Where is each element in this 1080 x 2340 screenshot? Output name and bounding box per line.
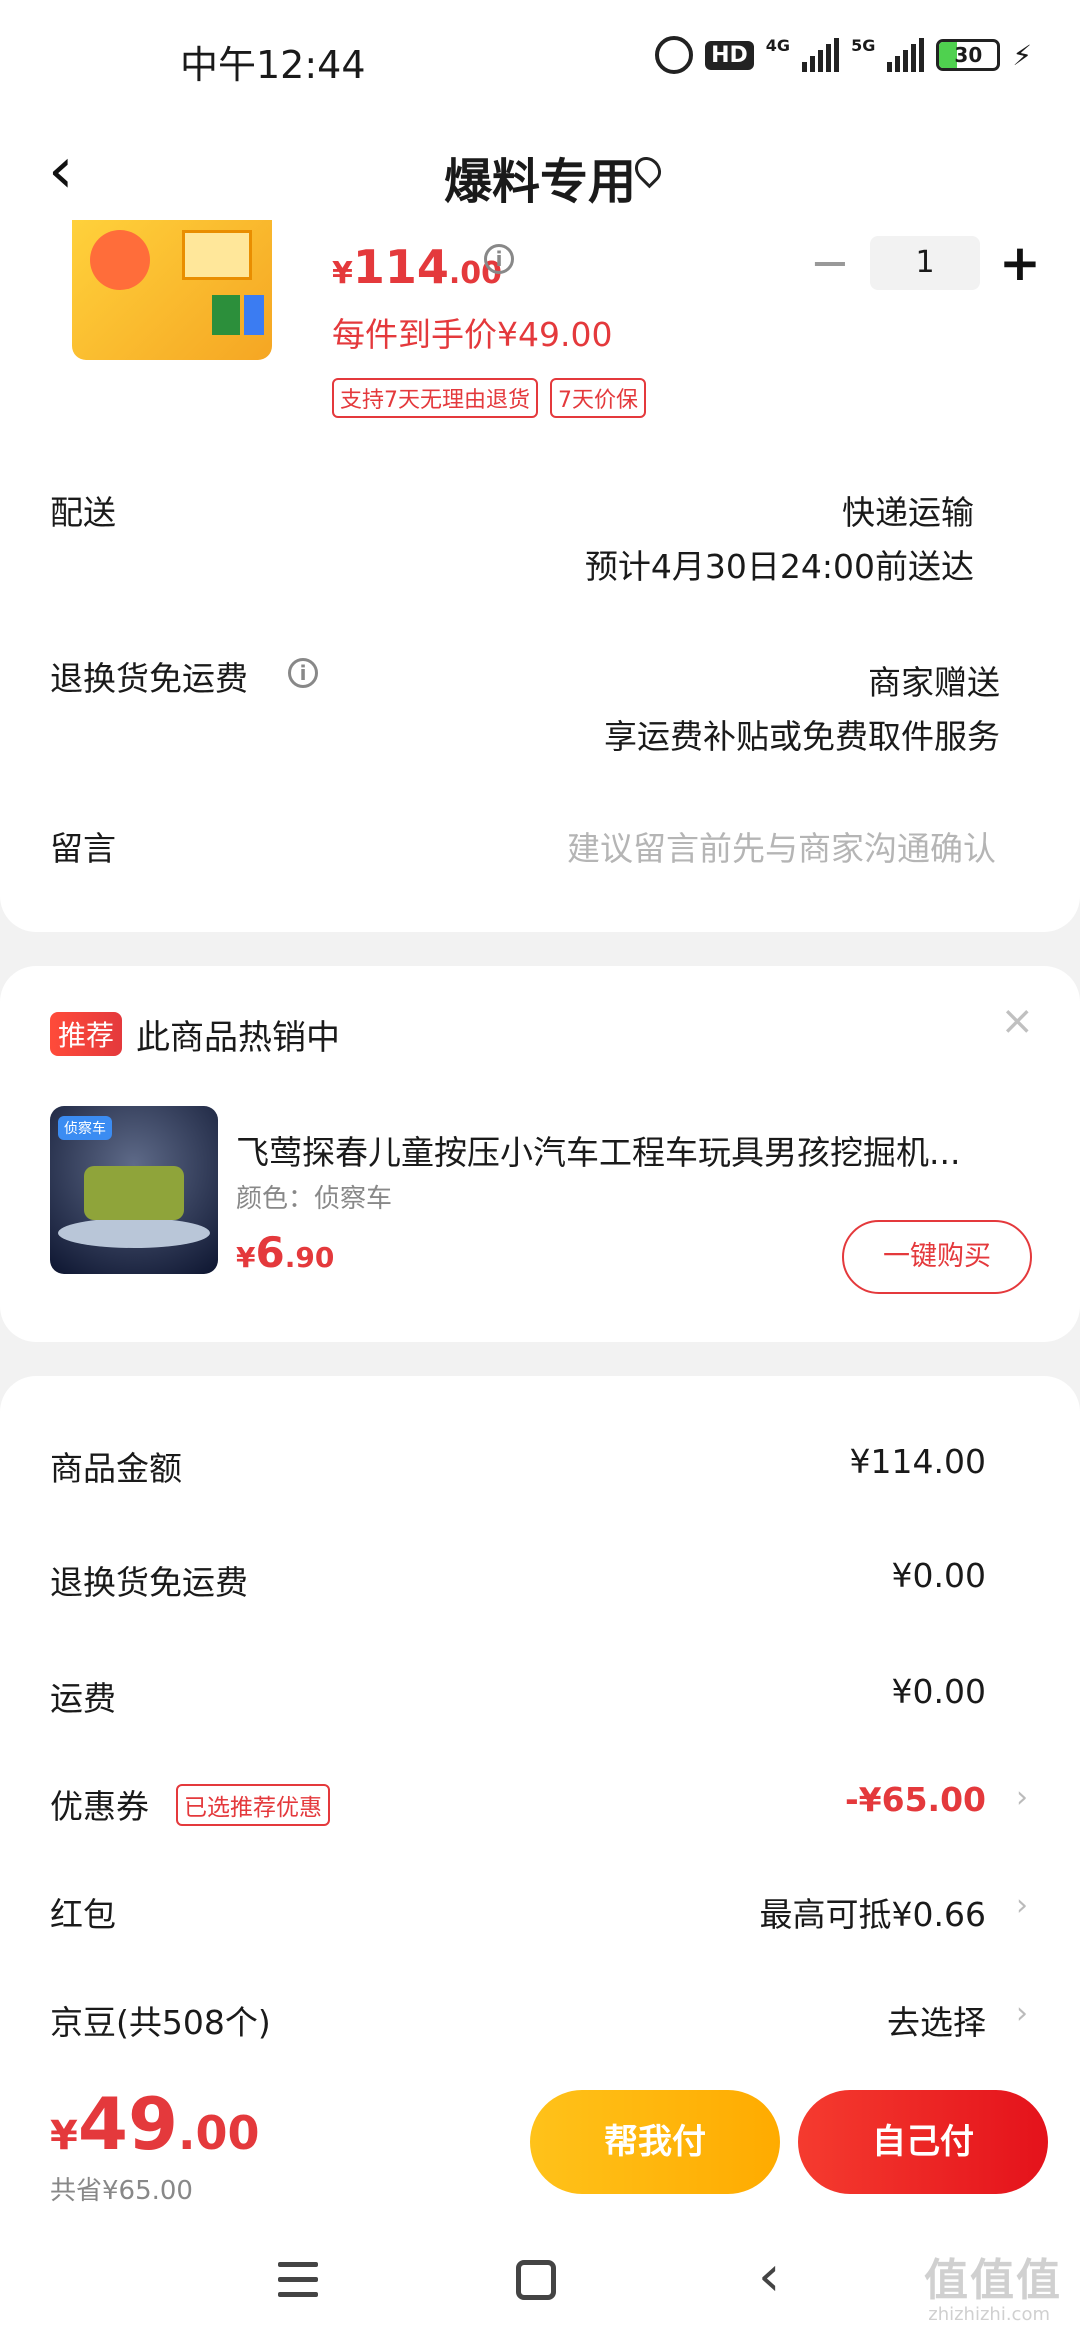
return-info-icon[interactable]: i — [288, 658, 318, 688]
toy-block-green — [212, 295, 240, 335]
return-free-sub: 享运费补贴或免费取件服务 — [604, 717, 1000, 756]
message-label: 留言 — [50, 829, 116, 868]
delivery-eta: 预计4月30日24:00前送达 — [584, 547, 974, 586]
return-fee-label: 退换货免运费 — [50, 1563, 248, 1602]
goods-amount-value: ¥114.00 — [849, 1442, 986, 1481]
home-icon[interactable] — [516, 2260, 556, 2300]
rec-price-symbol: ¥ — [236, 1241, 256, 1274]
total-integer: 49 — [77, 2082, 179, 2166]
status-icons: HD 4G 5G 30 ⚡ — [655, 36, 1032, 74]
alarm-icon — [655, 36, 694, 74]
recommend-product-name[interactable]: 飞莺探春儿童按压小汽车工程车玩具男孩挖掘机... — [236, 1126, 1036, 1174]
tag-price-protect: 7天价保 — [550, 378, 646, 418]
order-info-card: ¥114.00 i 每件到手价¥49.00 支持7天无理由退货 7天价保 − 1… — [0, 220, 1080, 932]
back-icon[interactable]: ‹ — [758, 2244, 780, 2309]
menu-icon[interactable] — [278, 2262, 318, 2307]
network-5g-label: 5G — [851, 36, 876, 55]
toy-car-shape — [84, 1166, 184, 1220]
checkout-bar: ¥49.00 共省¥65.00 帮我付 自己付 — [0, 2076, 1080, 2220]
toy-panel-shape — [182, 230, 252, 280]
total-decimal: .00 — [178, 2106, 260, 2160]
coupon-value[interactable]: -¥65.00 — [845, 1780, 986, 1819]
jingdou-label: 京豆(共508个) — [50, 2003, 271, 2042]
jingdou-chevron-icon[interactable]: › — [1016, 1996, 1028, 2031]
redpacket-value[interactable]: 最高可抵¥0.66 — [760, 1888, 986, 1936]
quantity-input[interactable]: 1 — [870, 236, 980, 290]
total-symbol: ¥ — [50, 2113, 78, 2159]
price-info-icon[interactable]: i — [484, 244, 514, 274]
coupon-label: 优惠券 — [50, 1787, 149, 1826]
self-pay-button[interactable]: 自己付 — [798, 2090, 1048, 2194]
rec-price-integer: 6 — [255, 1228, 285, 1277]
shipping-value: ¥0.00 — [891, 1672, 986, 1711]
fee-summary-card: 商品金额 ¥114.00 退换货免运费 ¥0.00 运费 ¥0.00 优惠券 已… — [0, 1376, 1080, 2076]
redpacket-label: 红包 — [50, 1895, 116, 1934]
status-bar: 中午12:44 HD 4G 5G 30 ⚡ — [0, 0, 1080, 120]
recommend-badge: 推荐 — [50, 1012, 123, 1056]
delivery-method[interactable]: 快递运输 — [842, 486, 974, 534]
shipping-label: 运费 — [50, 1679, 116, 1718]
ufo-disc-shape — [58, 1218, 210, 1248]
toy-ball-shape — [90, 230, 150, 290]
redpacket-chevron-icon[interactable]: › — [1016, 1888, 1028, 1923]
minus-icon[interactable]: − — [808, 235, 852, 291]
rec-price-decimal: .90 — [284, 1241, 335, 1274]
battery-icon: 30 — [936, 39, 1001, 71]
return-free-value: 商家赠送 — [868, 663, 1000, 702]
image-label: 侦察车 — [58, 1116, 112, 1140]
price-symbol: ¥ — [332, 256, 353, 291]
battery-level: 30 — [954, 43, 983, 67]
plus-icon[interactable]: + — [998, 234, 1042, 292]
signal-4g-icon — [802, 38, 840, 72]
product-image[interactable] — [72, 220, 272, 360]
service-tags: 支持7天无理由退货 7天价保 — [332, 378, 646, 418]
recommend-product-image[interactable]: 侦察车 — [50, 1106, 218, 1274]
one-click-buy-button[interactable]: 一键购买 — [842, 1220, 1032, 1294]
per-item-price: 每件到手价¥49.00 — [332, 315, 613, 354]
signal-5g-icon — [887, 38, 925, 72]
delivery-label: 配送 — [50, 493, 116, 532]
tag-7day-return: 支持7天无理由退货 — [332, 378, 538, 418]
network-4g-label: 4G — [765, 36, 791, 55]
coupon-chevron-icon[interactable]: › — [1016, 1780, 1028, 1815]
jingdou-value[interactable]: 去选择 — [887, 1996, 986, 2044]
total-saved: 共省¥65.00 — [50, 2176, 193, 2206]
close-icon[interactable]: × — [1000, 998, 1034, 1044]
status-time: 中午12:44 — [180, 43, 366, 87]
hd-voice-icon: HD — [705, 40, 754, 70]
help-pay-button[interactable]: 帮我付 — [530, 2090, 780, 2194]
price-integer: 114 — [352, 240, 449, 294]
return-fee-value: ¥0.00 — [891, 1556, 986, 1595]
goods-amount-label: 商品金额 — [50, 1449, 182, 1488]
recommend-product-price: ¥6.90 — [236, 1228, 334, 1277]
system-nav-bar: ‹ 值值值 zhizhizhi.com — [0, 2220, 1080, 2340]
page-title: 爆料专用 — [443, 154, 636, 210]
charging-icon: ⚡ — [1012, 38, 1032, 72]
watermark-logo: 值值值 — [924, 2255, 1062, 2306]
quantity-stepper: − 1 + — [808, 234, 1042, 292]
product-price: ¥114.00 — [332, 240, 502, 294]
total-price: ¥49.00 — [50, 2082, 260, 2166]
coupon-selected-tag: 已选推荐优惠 — [176, 1784, 330, 1826]
recommend-card: 推荐 此商品热销中 × 侦察车 飞莺探春儿童按压小汽车工程车玩具男孩挖掘机...… — [0, 966, 1080, 1342]
return-free-label: 退换货免运费 — [50, 659, 248, 698]
message-input[interactable]: 建议留言前先与商家沟通确认 — [567, 822, 996, 870]
nav-bar: ‹ 爆料专用 — [0, 120, 1080, 220]
watermark-site: zhizhizhi.com — [928, 2304, 1050, 2325]
recommend-title: 此商品热销中 — [136, 1018, 340, 1058]
toy-block-blue — [244, 295, 264, 335]
recommend-product-color: 颜色：侦察车 — [236, 1184, 393, 1214]
